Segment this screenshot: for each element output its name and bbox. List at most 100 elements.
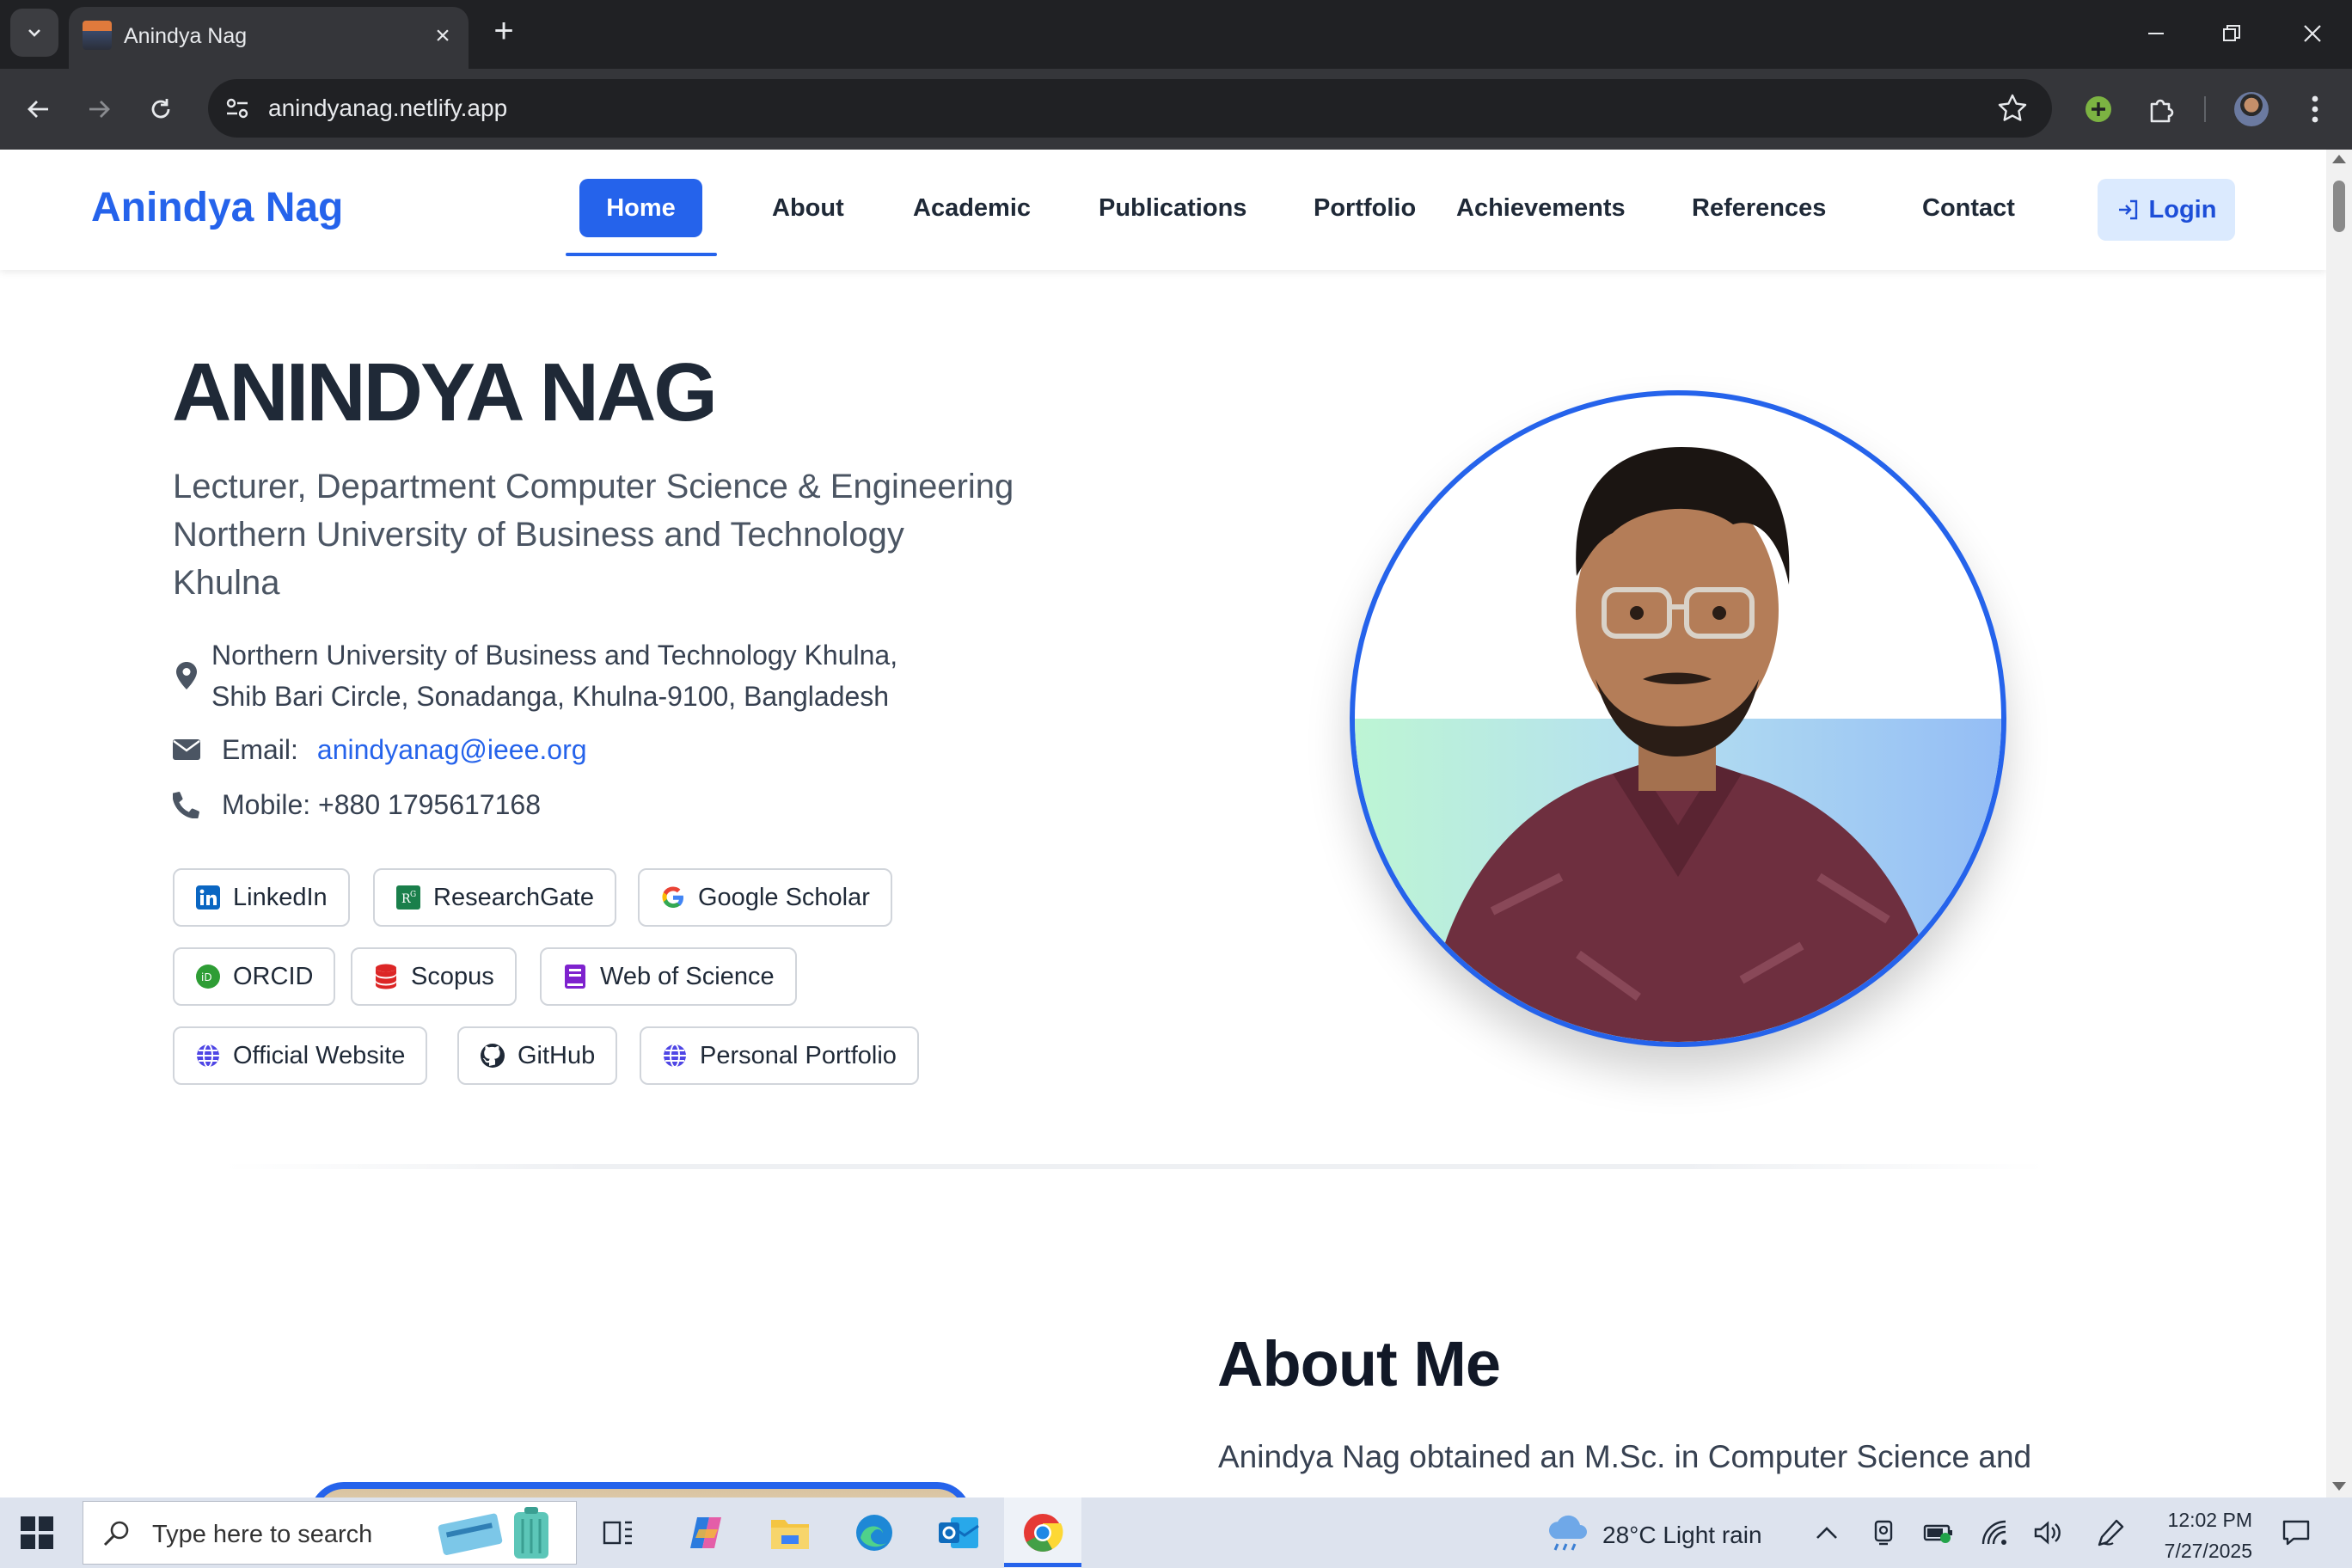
scroll-up-arrow-icon[interactable]	[2332, 155, 2346, 163]
browser-menu-button[interactable]	[2294, 88, 2337, 131]
page-viewport: Anindya Nag Home About Academic Publicat…	[0, 150, 2326, 1498]
nav-about[interactable]: About	[772, 194, 844, 223]
close-icon	[2304, 25, 2321, 42]
arrow-left-icon	[28, 101, 48, 118]
google-scholar-button[interactable]: Google Scholar	[638, 868, 892, 927]
hero-subtitle: Lecturer, Department Computer Science & …	[173, 462, 1118, 607]
task-view-button[interactable]	[591, 1506, 645, 1559]
web-of-science-label: Web of Science	[600, 962, 775, 990]
tray-app-button[interactable]	[1865, 1515, 1902, 1551]
browser-toolbar: anindyanag.netlify.app	[0, 69, 2352, 150]
notifications-button[interactable]	[2278, 1515, 2314, 1551]
favicon-icon	[83, 21, 112, 50]
minimize-button[interactable]	[2130, 14, 2182, 53]
pen-menu-button[interactable]	[2092, 1515, 2128, 1551]
new-tab-button[interactable]: +	[485, 14, 523, 52]
weather-text[interactable]: 28°C Light rain	[1602, 1522, 1762, 1549]
nav-achievements[interactable]: Achievements	[1456, 194, 1626, 223]
nav-academic[interactable]: Academic	[913, 194, 1031, 223]
github-label: GitHub	[518, 1041, 596, 1069]
close-window-button[interactable]	[2287, 14, 2338, 53]
address-bar[interactable]: anindyanag.netlify.app	[208, 79, 2052, 138]
chrome-icon	[1024, 1514, 1063, 1552]
subtitle-line: Khulna	[173, 564, 280, 602]
clock-time: 12:02 PM	[2167, 1509, 2252, 1531]
notification-icon	[2282, 1520, 2310, 1546]
address-line: Shib Bari Circle, Sonadanga, Khulna-9100…	[211, 681, 890, 712]
researchgate-button[interactable]: RG ResearchGate	[373, 868, 616, 927]
official-website-label: Official Website	[233, 1041, 406, 1069]
restore-button[interactable]	[2206, 14, 2257, 53]
email-row: Email: anindyanag@ieee.org	[172, 729, 587, 770]
official-website-button[interactable]: Official Website	[173, 1026, 428, 1085]
site-brand[interactable]: Anindya Nag	[91, 184, 343, 231]
phone-icon	[172, 784, 201, 825]
avatar	[2234, 92, 2269, 126]
browser-tab-active[interactable]: Anindya Nag ×	[69, 7, 469, 69]
outlook-button[interactable]	[932, 1506, 985, 1559]
battery-button[interactable]	[1920, 1515, 1957, 1551]
google-g-icon	[660, 885, 686, 910]
close-tab-icon[interactable]: ×	[429, 22, 456, 50]
chrome-taskbar-button[interactable]	[1016, 1506, 1069, 1559]
url-text[interactable]: anindyanag.netlify.app	[268, 95, 507, 122]
hero-name: ANINDYA NAG	[172, 346, 718, 438]
extension-plus-icon	[2086, 96, 2111, 122]
svg-text:iD: iD	[201, 971, 212, 983]
nav-portfolio[interactable]: Portfolio	[1314, 194, 1416, 223]
folder-icon	[771, 1520, 809, 1549]
edge-icon	[856, 1515, 892, 1551]
rain-cloud-icon[interactable]	[1544, 1513, 1590, 1553]
copilot-button[interactable]	[679, 1506, 732, 1559]
battery-charging-icon	[1923, 1524, 1952, 1543]
svg-text:G: G	[410, 891, 416, 899]
back-button[interactable]	[17, 88, 60, 131]
orcid-button[interactable]: iD ORCID	[173, 947, 336, 1006]
edge-button[interactable]	[848, 1506, 901, 1559]
taskbar-clock[interactable]: 12:02 PM 7/27/2025	[2149, 1504, 2252, 1566]
scopus-button[interactable]: Scopus	[351, 947, 517, 1006]
email-link[interactable]: anindyanag@ieee.org	[317, 729, 587, 770]
address-line: Northern University of Business and Tech…	[211, 640, 898, 671]
personal-portfolio-button[interactable]: Personal Portfolio	[640, 1026, 919, 1085]
web-of-science-button[interactable]: Web of Science	[540, 947, 797, 1006]
about-heading: About Me	[1217, 1328, 1501, 1400]
mobile-text: Mobile: +880 1795617168	[222, 789, 541, 820]
nav-home-underline	[566, 253, 717, 256]
page-scrollbar[interactable]	[2326, 150, 2352, 1498]
mobile-row: Mobile: +880 1795617168	[172, 784, 541, 825]
scrollbar-thumb[interactable]	[2333, 181, 2345, 232]
taskbar-search-box[interactable]: Type here to search	[83, 1501, 577, 1565]
scopus-label: Scopus	[411, 962, 494, 990]
file-explorer-button[interactable]	[763, 1506, 817, 1559]
bookmark-star-icon[interactable]	[1995, 91, 2030, 126]
nav-home[interactable]: Home	[579, 179, 702, 237]
reload-button[interactable]	[139, 88, 182, 131]
show-hidden-icons-button[interactable]	[1809, 1515, 1845, 1551]
forward-button[interactable]	[77, 88, 120, 131]
network-button[interactable]	[1977, 1515, 2013, 1551]
toolbar-separator	[2204, 96, 2206, 122]
profile-button[interactable]	[2230, 88, 2273, 131]
profile-photo	[1350, 390, 2006, 1047]
extension-green-button[interactable]	[2077, 88, 2120, 131]
chevron-down-icon	[28, 29, 40, 37]
envelope-icon	[172, 729, 201, 770]
extensions-button[interactable]	[2139, 88, 2182, 131]
github-icon	[480, 1043, 505, 1069]
login-button[interactable]: Login	[2098, 179, 2235, 241]
github-button[interactable]: GitHub	[457, 1026, 618, 1085]
volume-button[interactable]	[2030, 1515, 2067, 1551]
search-placeholder: Type here to search	[152, 1521, 373, 1548]
linkedin-button[interactable]: LinkedIn	[173, 868, 350, 927]
scroll-down-arrow-icon[interactable]	[2332, 1482, 2346, 1491]
site-info-icon[interactable]	[224, 95, 251, 122]
nav-publications[interactable]: Publications	[1099, 194, 1246, 223]
tab-search-button[interactable]	[10, 9, 58, 57]
browser-tabstrip: Anindya Nag × +	[0, 0, 2352, 69]
personal-portfolio-label: Personal Portfolio	[700, 1041, 897, 1069]
nav-contact[interactable]: Contact	[1922, 194, 2015, 223]
windows-start-icon[interactable]	[17, 1513, 57, 1553]
linkedin-label: LinkedIn	[233, 883, 328, 911]
nav-references[interactable]: References	[1692, 194, 1826, 223]
